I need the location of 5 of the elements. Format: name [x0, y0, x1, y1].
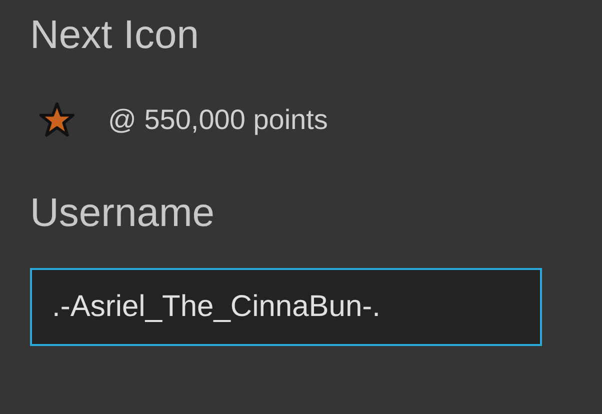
star-icon — [38, 101, 76, 139]
section-heading: Next Icon — [30, 12, 199, 59]
points-requirement: @ 550,000 points — [108, 104, 328, 136]
username-field[interactable]: .-Asriel_The_CinnaBun-. — [30, 268, 542, 346]
field-label: Username — [30, 190, 215, 237]
